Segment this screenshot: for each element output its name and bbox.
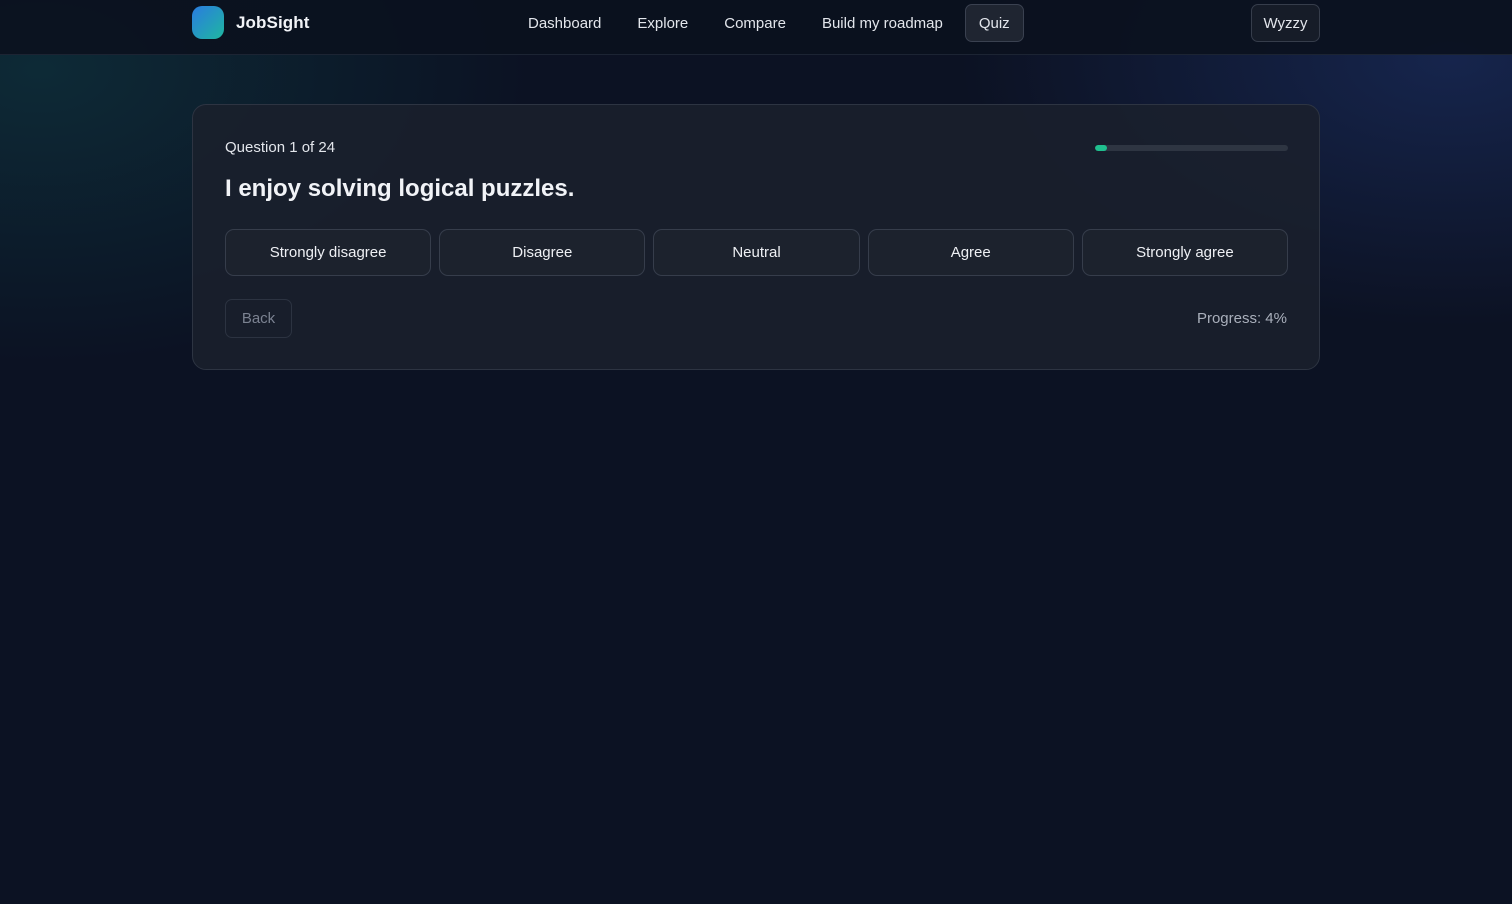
question-text: I enjoy solving logical puzzles.	[225, 175, 575, 202]
answer-strongly-agree[interactable]: Strongly agree	[1081, 229, 1289, 276]
answer-strongly-disagree[interactable]: Strongly disagree	[225, 229, 432, 276]
nav-item-explore[interactable]: Explore	[619, 4, 706, 42]
answer-agree[interactable]: Agree	[867, 229, 1074, 276]
user-menu-button[interactable]: Wyzzy	[1251, 4, 1320, 42]
back-button[interactable]: Back	[225, 299, 292, 338]
nav-item-build-roadmap[interactable]: Build my roadmap	[804, 4, 961, 42]
answer-options: Strongly disagree Disagree Neutral Agree…	[225, 229, 1289, 276]
nav-item-quiz[interactable]: Quiz	[964, 4, 1024, 42]
question-counter: Question 1 of 24	[225, 139, 336, 156]
app-logo-icon	[192, 6, 224, 39]
brand[interactable]: JobSight	[192, 6, 310, 39]
main-nav: Dashboard Explore Compare Build my roadm…	[510, 4, 1024, 42]
app-name: JobSight	[236, 12, 310, 32]
progress-bar	[1095, 145, 1288, 151]
top-navbar: JobSight Dashboard Explore Compare Build…	[0, 0, 1512, 55]
answer-disagree[interactable]: Disagree	[439, 229, 646, 276]
quiz-card: Question 1 of 24 I enjoy solving logical…	[192, 104, 1320, 370]
answer-neutral[interactable]: Neutral	[653, 229, 860, 276]
nav-item-compare[interactable]: Compare	[706, 4, 804, 42]
nav-item-dashboard[interactable]: Dashboard	[510, 4, 619, 42]
progress-label: Progress: 4%	[1196, 310, 1287, 327]
progress-bar-fill	[1095, 145, 1107, 151]
